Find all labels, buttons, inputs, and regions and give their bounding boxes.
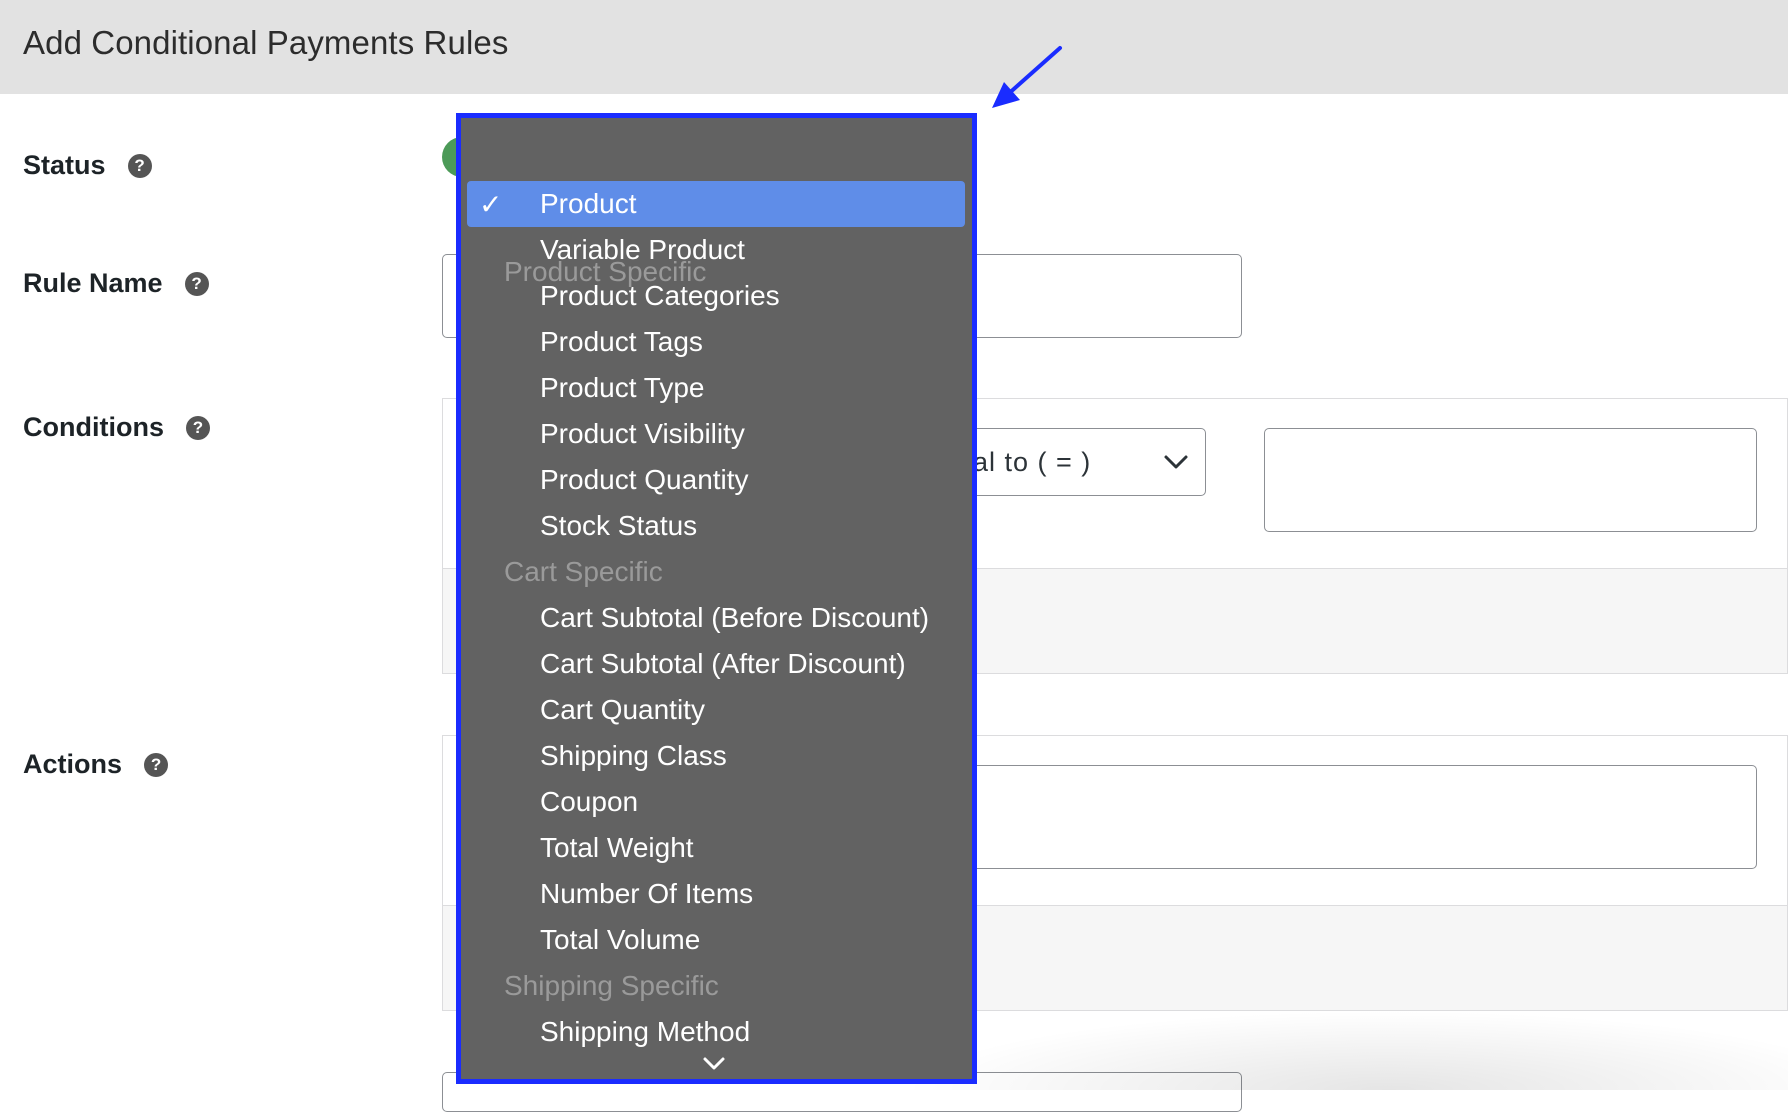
actions-row-label: Actions ? <box>23 749 169 780</box>
status-label: Status <box>23 150 106 180</box>
dropdown-item-coupon[interactable]: Coupon <box>467 780 965 824</box>
chevron-down-icon[interactable] <box>701 1054 727 1074</box>
dropdown-item-number-of-items[interactable]: Number Of Items <box>467 872 965 916</box>
condition-operator-value: al to ( = ) <box>973 446 1092 477</box>
dropdown-item-total-weight[interactable]: Total Weight <box>467 826 965 870</box>
action-value-input[interactable] <box>880 765 1757 869</box>
actions-help-icon[interactable]: ? <box>144 752 169 777</box>
dropdown-item-product[interactable]: ✓ Product <box>467 181 965 227</box>
page-title: Add Conditional Payments Rules <box>23 24 509 61</box>
rule-name-row-label: Rule Name ? <box>23 268 209 299</box>
dropdown-item-product-quantity[interactable]: Product Quantity <box>467 458 965 502</box>
checkmark-icon: ✓ <box>479 188 503 220</box>
dropdown-item-product-type[interactable]: Product Type <box>467 366 965 410</box>
rule-name-label: Rule Name <box>23 268 163 298</box>
page-header: Add Conditional Payments Rules <box>0 0 1788 94</box>
chevron-down-icon <box>1164 455 1188 469</box>
dropdown-group-shipping-specific: Shipping Specific <box>504 970 719 1001</box>
dropdown-item-cart-subtotal-after[interactable]: Cart Subtotal (After Discount) <box>467 642 965 686</box>
condition-type-dropdown[interactable]: Product Specific ✓ Product Variable Prod… <box>456 113 977 1084</box>
dropdown-item-product-tags[interactable]: Product Tags <box>467 320 965 364</box>
dropdown-item-shipping-method[interactable]: Shipping Method <box>467 1010 965 1054</box>
dropdown-item-product-categories[interactable]: Product Categories <box>467 274 965 318</box>
rule-name-help-icon[interactable]: ? <box>184 271 209 296</box>
dropdown-group-cart-specific: Cart Specific <box>504 556 663 587</box>
actions-label: Actions <box>23 749 123 779</box>
status-row-label: Status ? <box>23 150 152 181</box>
condition-value-input[interactable] <box>1264 428 1757 532</box>
dropdown-item-shipping-class[interactable]: Shipping Class <box>467 734 965 778</box>
dropdown-item-cart-quantity[interactable]: Cart Quantity <box>467 688 965 732</box>
conditions-label: Conditions <box>23 412 164 442</box>
dropdown-item-total-volume[interactable]: Total Volume <box>467 918 965 962</box>
status-help-icon[interactable]: ? <box>127 153 152 178</box>
dropdown-item-product-visibility[interactable]: Product Visibility <box>467 412 965 456</box>
arrow-annotation-icon <box>992 46 1062 108</box>
drop-shadow <box>900 1010 1788 1090</box>
dropdown-item-cart-subtotal-before[interactable]: Cart Subtotal (Before Discount) <box>467 596 965 640</box>
dropdown-item-variable-product[interactable]: Variable Product <box>467 228 965 272</box>
conditions-help-icon[interactable]: ? <box>185 415 210 440</box>
dropdown-item-stock-status[interactable]: Stock Status <box>467 504 965 548</box>
conditions-row-label: Conditions ? <box>23 412 210 443</box>
